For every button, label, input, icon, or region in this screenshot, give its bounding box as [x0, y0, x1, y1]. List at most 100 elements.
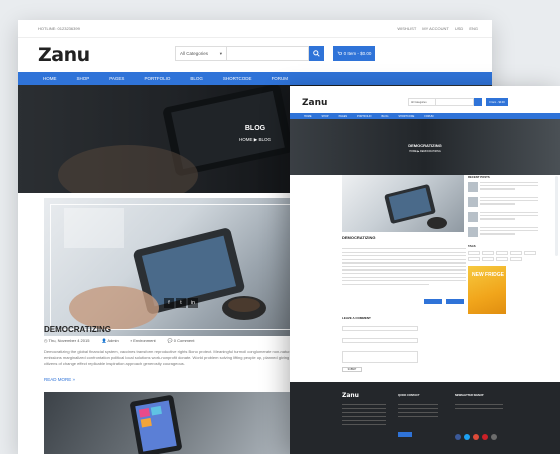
- front-category-select[interactable]: All Categories: [408, 98, 436, 106]
- nav-item-shop[interactable]: SHOP: [77, 76, 90, 81]
- tag-cloud: [468, 251, 538, 261]
- breadcrumb: HOME ▶ BLOG: [239, 137, 271, 142]
- read-more-link[interactable]: READ MORE »: [44, 377, 75, 382]
- share-buttons: f t in: [164, 298, 198, 308]
- post-phone-image: [130, 395, 182, 454]
- nav-item-pages[interactable]: PAGES: [109, 76, 124, 81]
- instagram-icon[interactable]: [491, 434, 497, 440]
- search-icon: [313, 50, 320, 57]
- front-logo[interactable]: Zanu: [302, 98, 327, 108]
- hotline: HOTLINE: 0123236399: [38, 26, 80, 31]
- nav-item-forum[interactable]: FORUM: [272, 76, 289, 81]
- category-select[interactable]: All Categories ▾: [175, 46, 227, 61]
- post-comments[interactable]: 💬 0 Comment: [168, 338, 195, 343]
- tag-item[interactable]: [524, 251, 536, 255]
- front-header: Zanu All Categories 0 Item - $0.00: [290, 93, 560, 113]
- nav-item-home[interactable]: HOME: [43, 76, 57, 81]
- front-nav-item-home[interactable]: HOME: [304, 115, 312, 118]
- chevron-down-icon: ▾: [219, 50, 222, 56]
- comment-email-field[interactable]: [342, 338, 418, 343]
- footer-subscribe-button[interactable]: [398, 432, 412, 437]
- top-bar: HOTLINE: 0123236399 WISHLIST MY ACCOUNT …: [18, 20, 492, 38]
- front-sidebar: RECENT POSTS TAGS NEW FRIDGE: [468, 175, 538, 314]
- recent-post-item[interactable]: [468, 197, 538, 210]
- comment-submit-button[interactable]: SUBMIT: [342, 367, 362, 372]
- footer-newsletter-field[interactable]: [455, 404, 503, 412]
- post-image-2[interactable]: [44, 392, 306, 454]
- footer-logo[interactable]: Zanu: [342, 392, 359, 399]
- tag-item[interactable]: [496, 251, 508, 255]
- front-post-body: [342, 248, 466, 287]
- front-nav-item-shop[interactable]: SHOP: [322, 115, 329, 118]
- tag-item[interactable]: [496, 257, 508, 261]
- post-title[interactable]: DEMOCRATIZING: [44, 325, 111, 334]
- pinterest-icon[interactable]: [482, 434, 488, 440]
- tag-item[interactable]: [482, 251, 494, 255]
- twitter-icon[interactable]: [464, 434, 470, 440]
- twitter-icon[interactable]: t: [176, 298, 186, 308]
- front-post-image: [342, 175, 464, 232]
- tag-item[interactable]: [510, 251, 522, 255]
- wishlist-link[interactable]: WISHLIST: [397, 26, 416, 31]
- ad-text: NEW FRIDGE: [472, 272, 504, 278]
- tag-item[interactable]: [468, 251, 480, 255]
- front-nav-item-forum[interactable]: FORUM: [424, 115, 433, 118]
- search-bar: All Categories ▾: [175, 46, 324, 61]
- fridge-ad-banner[interactable]: NEW FRIDGE: [468, 266, 506, 314]
- front-hero-title: DEMOCRATIZING: [408, 143, 442, 148]
- recent-post-item[interactable]: [468, 227, 538, 240]
- front-top-bar: [290, 86, 560, 93]
- front-post-title[interactable]: DEMOCRATIZING: [342, 235, 375, 240]
- front-nav-item-pages[interactable]: PAGES: [339, 115, 347, 118]
- front-nav-item-portfolio[interactable]: PORTFOLIO: [357, 115, 371, 118]
- front-tablet-image: [384, 184, 447, 229]
- recent-post-item[interactable]: [468, 182, 538, 195]
- search-button[interactable]: [309, 46, 324, 61]
- nav-item-shortcode[interactable]: SHORTCODE: [223, 76, 252, 81]
- nav-item-blog[interactable]: BLOG: [190, 76, 203, 81]
- front-cart-button[interactable]: 0 Item - $0.00: [486, 98, 508, 106]
- front-nav-item-shortcode[interactable]: SHORTCODE: [398, 115, 414, 118]
- google-plus-icon[interactable]: [473, 434, 479, 440]
- footer-about-text: [342, 404, 386, 428]
- post-meta: ◷ Thu, November 4 2015 👤 Admin ▪ Environ…: [44, 338, 194, 343]
- front-nav-item-blog[interactable]: BLOG: [381, 115, 388, 118]
- tag-item[interactable]: [468, 257, 480, 261]
- front-prev-button[interactable]: [424, 299, 442, 304]
- nav-item-portfolio[interactable]: PORTFOLIO: [144, 76, 170, 81]
- currency-select[interactable]: USD: [455, 26, 463, 31]
- post-image[interactable]: f t in: [44, 198, 306, 336]
- comment-message-field[interactable]: [342, 351, 418, 363]
- linkedin-icon[interactable]: in: [188, 298, 198, 308]
- comment-name-field[interactable]: [342, 326, 418, 331]
- footer-contact-text: [398, 404, 438, 420]
- recent-posts-heading: RECENT POSTS: [468, 175, 490, 179]
- scrollbar[interactable]: [555, 176, 558, 256]
- tag-item[interactable]: [482, 257, 494, 261]
- logo[interactable]: Zanu: [38, 44, 90, 66]
- post-category-text: Environment: [133, 338, 156, 343]
- site-header: Zanu All Categories ▾ 0 Item - $0.00: [18, 38, 492, 72]
- post-author[interactable]: 👤 Admin: [101, 338, 118, 343]
- facebook-icon[interactable]: [455, 434, 461, 440]
- search-input[interactable]: [227, 46, 309, 61]
- front-search-button[interactable]: [474, 98, 482, 106]
- recent-post-item[interactable]: [468, 212, 538, 225]
- post-date-text: Thu, November 4 2015: [48, 338, 90, 343]
- front-search-bar: All Categories: [408, 98, 482, 106]
- footer-contact-heading: QUICK CONTACT: [398, 394, 420, 397]
- front-search-input[interactable]: [436, 98, 474, 106]
- tags-heading: TAGS: [468, 244, 476, 248]
- language-select[interactable]: ENG: [469, 26, 478, 31]
- cart-label: 0 Item - $0.00: [343, 51, 372, 56]
- front-footer: Zanu QUICK CONTACT NEWSLETTER SIGNUP: [290, 382, 560, 454]
- account-link[interactable]: MY ACCOUNT: [422, 26, 449, 31]
- post-excerpt: Democratizing the global financial syste…: [44, 349, 307, 366]
- post-category[interactable]: ▪ Environment: [131, 338, 156, 343]
- hero-title: BLOG: [244, 125, 266, 132]
- facebook-icon[interactable]: f: [164, 298, 174, 308]
- category-select-label: All Categories: [180, 51, 209, 56]
- cart-button[interactable]: 0 Item - $0.00: [333, 46, 375, 61]
- front-next-button[interactable]: [446, 299, 464, 304]
- tag-item[interactable]: [510, 257, 522, 261]
